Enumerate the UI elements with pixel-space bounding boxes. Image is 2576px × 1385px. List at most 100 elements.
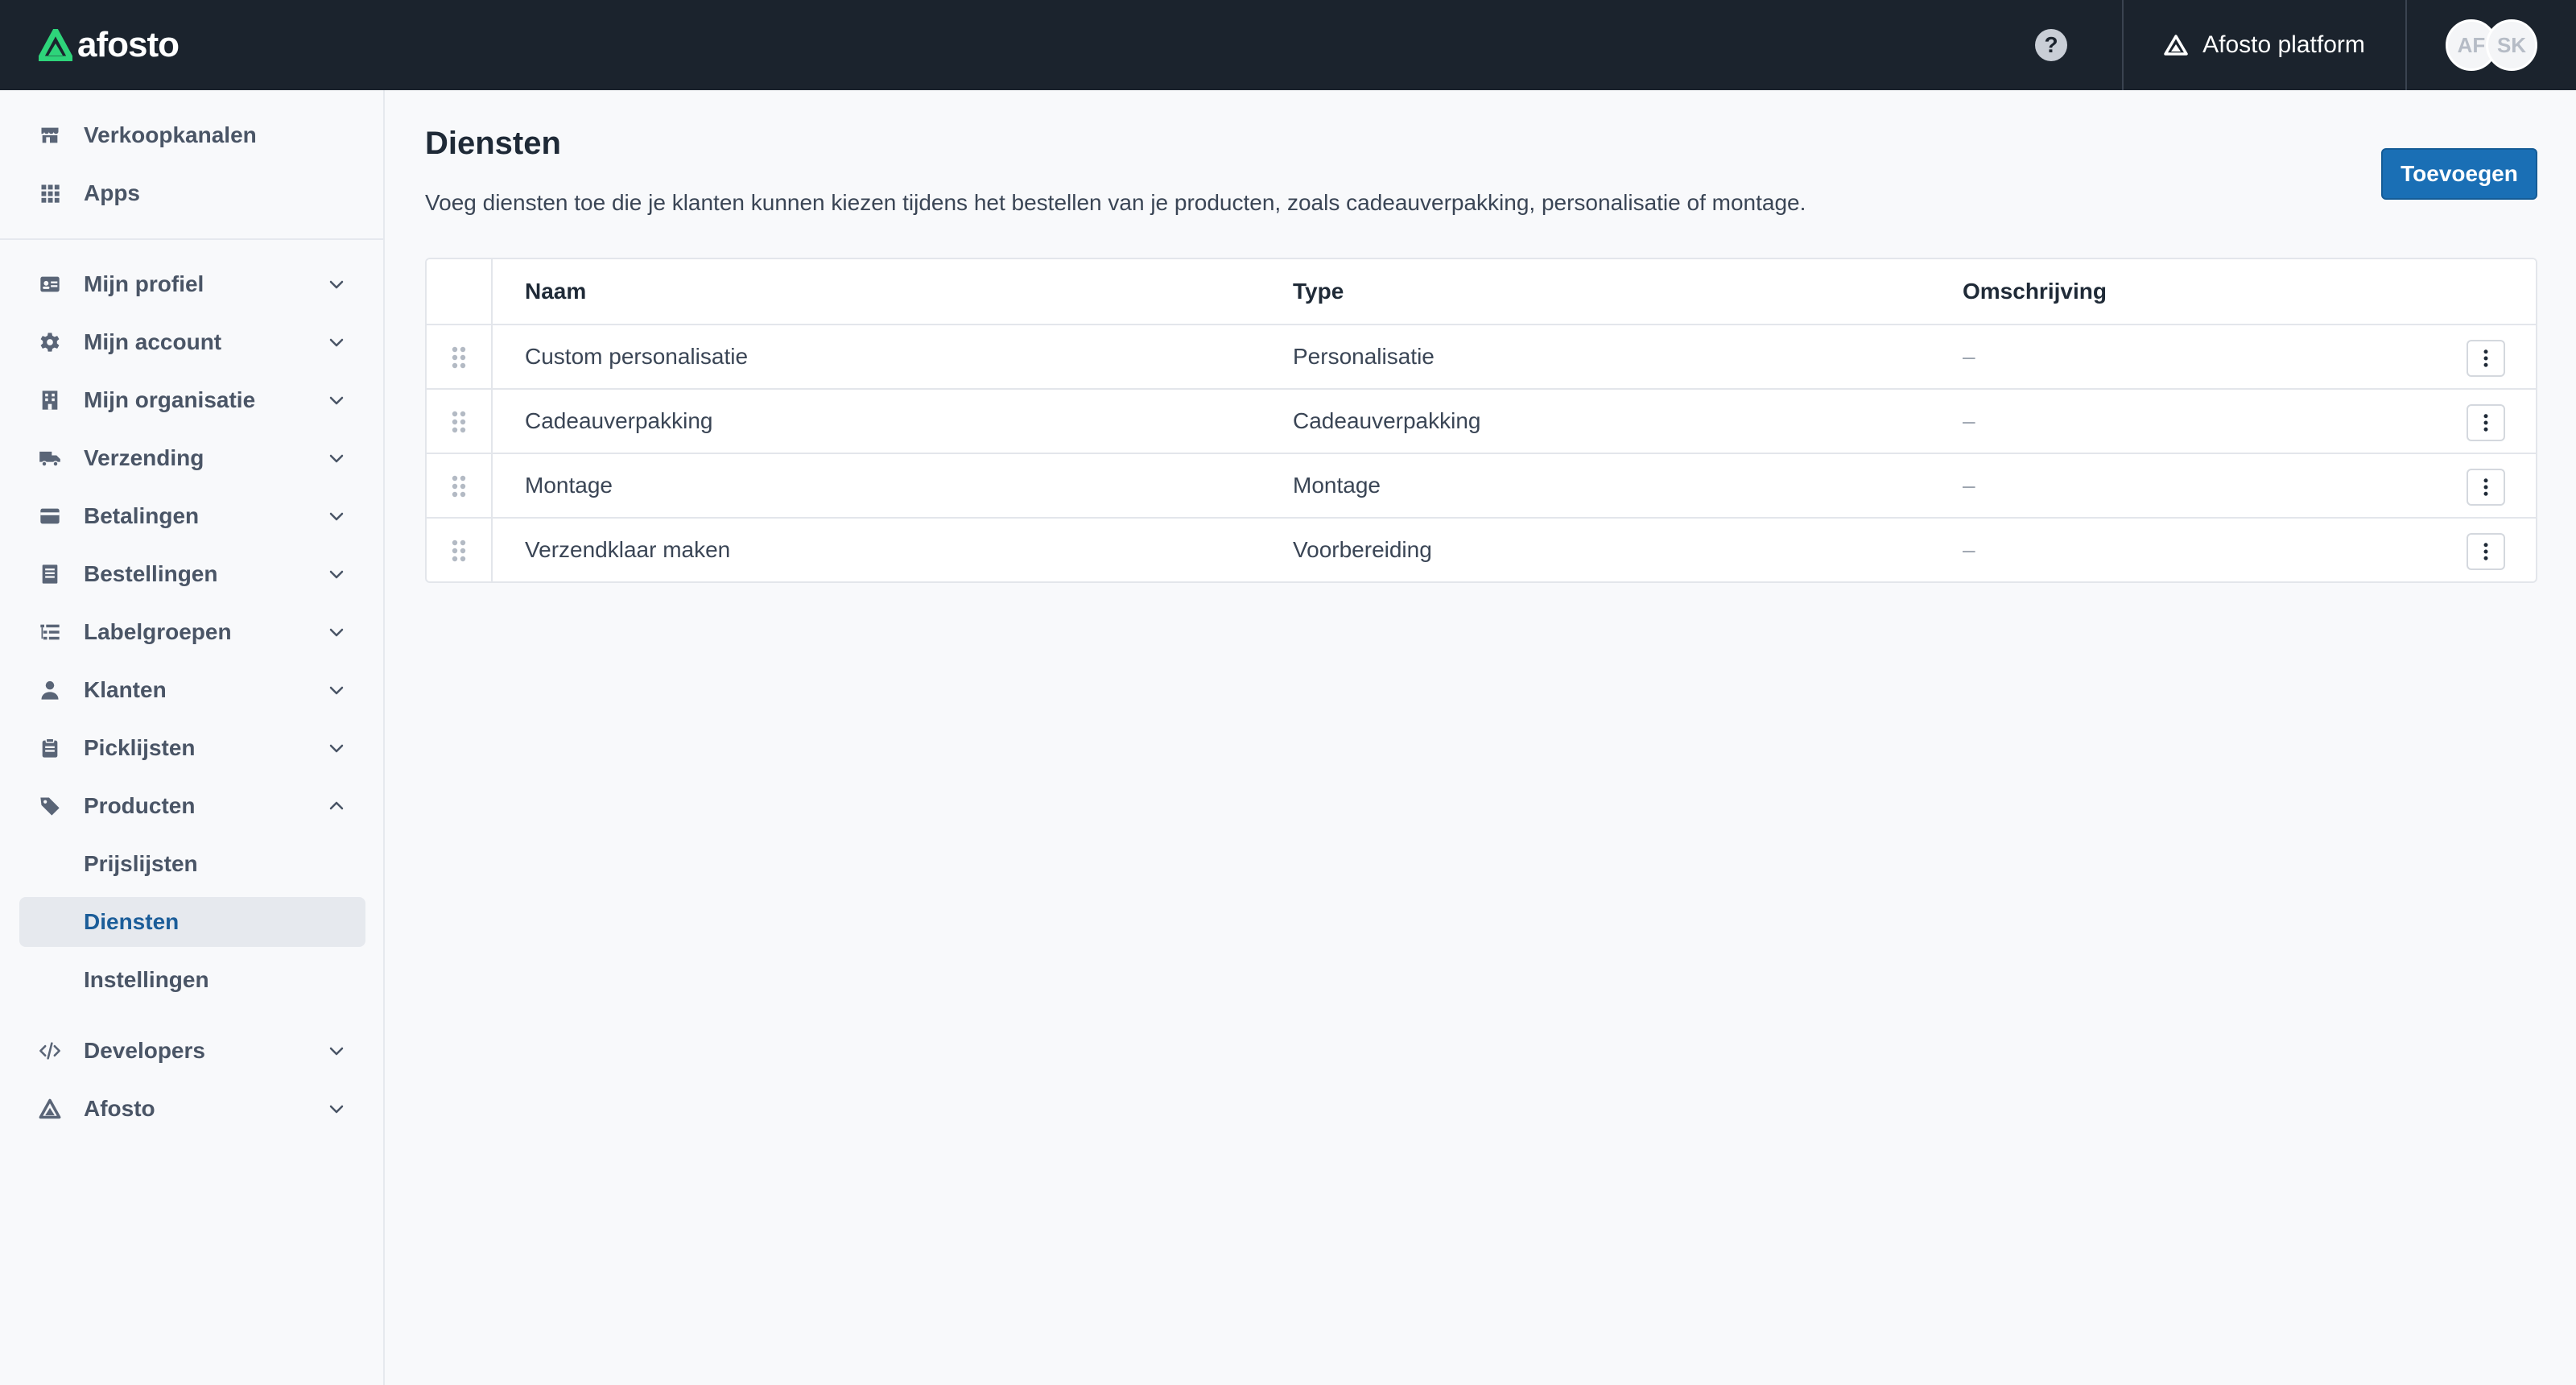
row-description: – [1963, 537, 1975, 562]
sidebar-item-verkoopkanalen[interactable]: Verkoopkanalen [19, 110, 365, 160]
drag-handle-icon [452, 346, 466, 369]
drag-handle-icon [452, 475, 466, 498]
table-row[interactable]: Verzendklaar maken Voorbereiding – [427, 517, 2536, 581]
row-type: Cadeauverpakking [1293, 408, 1481, 433]
sidebar-item-label: Bestellingen [84, 561, 218, 586]
row-name: Cadeauverpakking [525, 408, 713, 433]
chevron-down-icon [329, 686, 344, 695]
drag-handle[interactable] [427, 519, 493, 581]
sidebar-item-label: Afosto [84, 1096, 155, 1121]
gear-icon [39, 331, 61, 353]
drag-handle[interactable] [427, 454, 493, 517]
sidebar: Verkoopkanalen Apps Mijn profiel Mijn ac… [0, 90, 385, 1385]
sidebar-item-mijn-organisatie[interactable]: Mijn organisatie [19, 375, 365, 425]
drag-handle[interactable] [427, 390, 493, 453]
sidebar-item-label: Klanten [84, 677, 167, 702]
sidebar-item-mijn-profiel[interactable]: Mijn profiel [19, 259, 365, 309]
row-description: – [1963, 408, 1975, 433]
table-row[interactable]: Montage Montage – [427, 453, 2536, 517]
sidebar-subitem-instellingen[interactable]: Instellingen [19, 955, 365, 1005]
avatar[interactable]: SK [2486, 19, 2537, 71]
sidebar-item-label: Betalingen [84, 503, 200, 528]
sidebar-item-verzending[interactable]: Verzending [19, 433, 365, 483]
building-icon [39, 389, 61, 411]
sidebar-item-betalingen[interactable]: Betalingen [19, 491, 365, 541]
row-menu-button[interactable] [2467, 469, 2505, 506]
sidebar-item-label: Verkoopkanalen [84, 122, 257, 147]
sidebar-item-apps[interactable]: Apps [19, 168, 365, 218]
top-bar: afosto ? Afosto platform AF SK [0, 0, 2576, 90]
chevron-down-icon [329, 396, 344, 405]
drag-handle-icon [452, 540, 466, 562]
sidebar-subitem-diensten[interactable]: Diensten [19, 897, 365, 947]
afosto-logo-icon [39, 29, 72, 61]
help-button[interactable]: ? [2035, 29, 2067, 61]
afosto-logo[interactable]: afosto [39, 21, 180, 69]
row-name: Custom personalisatie [525, 344, 749, 369]
chevron-down-icon [329, 744, 344, 753]
sidebar-item-label: Instellingen [84, 967, 209, 992]
user-avatars[interactable]: AF SK [2446, 19, 2542, 71]
drag-handle[interactable] [427, 325, 493, 388]
sidebar-item-bestellingen[interactable]: Bestellingen [19, 549, 365, 599]
chevron-down-icon [329, 1047, 344, 1056]
sidebar-subitem-prijslijsten[interactable]: Prijslijsten [19, 839, 365, 889]
sidebar-item-afosto[interactable]: Afosto [19, 1084, 365, 1134]
more-vertical-icon [2483, 543, 2488, 560]
afosto-logo-icon [39, 1098, 61, 1120]
row-menu-button[interactable] [2467, 533, 2505, 570]
sidebar-item-mijn-account[interactable]: Mijn account [19, 317, 365, 367]
row-description: – [1963, 344, 1975, 369]
table-row[interactable]: Custom personalisatie Personalisatie – [427, 324, 2536, 388]
services-table: Naam Type Omschrijving Custom personalis… [425, 258, 2537, 583]
add-button[interactable]: Toevoegen [2381, 148, 2537, 200]
sidebar-item-label: Developers [84, 1038, 205, 1063]
sidebar-item-label: Labelgroepen [84, 619, 232, 644]
sidebar-item-labelgroepen[interactable]: Labelgroepen [19, 607, 365, 657]
chevron-down-icon [329, 570, 344, 579]
page-title: Diensten [425, 126, 561, 161]
sidebar-item-label: Apps [84, 180, 140, 205]
store-icon [39, 124, 61, 147]
sidebar-item-klanten[interactable]: Klanten [19, 665, 365, 715]
column-header-description: Omschrijving [1963, 279, 2107, 304]
sidebar-item-producten[interactable]: Producten [19, 781, 365, 831]
row-menu-button[interactable] [2467, 340, 2505, 377]
more-vertical-icon [2483, 478, 2488, 496]
sidebar-divider [0, 238, 385, 240]
sidebar-item-label: Picklijsten [84, 735, 196, 760]
chevron-down-icon [329, 1105, 344, 1114]
sidebar-item-developers[interactable]: Developers [19, 1026, 365, 1076]
user-icon [39, 679, 61, 701]
chevron-down-icon [329, 280, 344, 289]
truck-icon [39, 447, 61, 469]
table-header-handle-cell [427, 259, 493, 324]
table-row[interactable]: Cadeauverpakking Cadeauverpakking – [427, 388, 2536, 453]
sidebar-item-label: Diensten [84, 909, 180, 934]
grid-icon [39, 182, 61, 205]
sidebar-item-label: Prijslijsten [84, 851, 198, 876]
table-header-row: Naam Type Omschrijving [427, 259, 2536, 324]
list-icon [39, 621, 61, 643]
column-header-type: Type [1293, 279, 1344, 304]
more-vertical-icon [2483, 349, 2488, 367]
page-description: Voeg diensten toe die je klanten kunnen … [425, 190, 1806, 215]
more-vertical-icon [2483, 414, 2488, 432]
sidebar-item-picklijsten[interactable]: Picklijsten [19, 723, 365, 773]
chevron-down-icon [329, 628, 344, 637]
row-menu-button[interactable] [2467, 404, 2505, 441]
logo-text: afosto [77, 25, 180, 64]
sidebar-item-label: Mijn organisatie [84, 387, 256, 412]
column-header-name: Naam [525, 279, 587, 304]
platform-label: Afosto platform [2202, 31, 2365, 58]
clipboard-icon [39, 737, 61, 759]
row-type: Personalisatie [1293, 344, 1435, 369]
platform-switcher[interactable]: Afosto platform [2122, 0, 2407, 90]
row-type: Montage [1293, 473, 1381, 498]
sidebar-item-label: Mijn profiel [84, 271, 204, 296]
drag-handle-icon [452, 411, 466, 433]
row-name: Verzendklaar maken [525, 537, 731, 562]
afosto-platform-icon [2164, 35, 2188, 56]
tag-icon [39, 795, 61, 817]
sidebar-item-label: Verzending [84, 445, 204, 470]
